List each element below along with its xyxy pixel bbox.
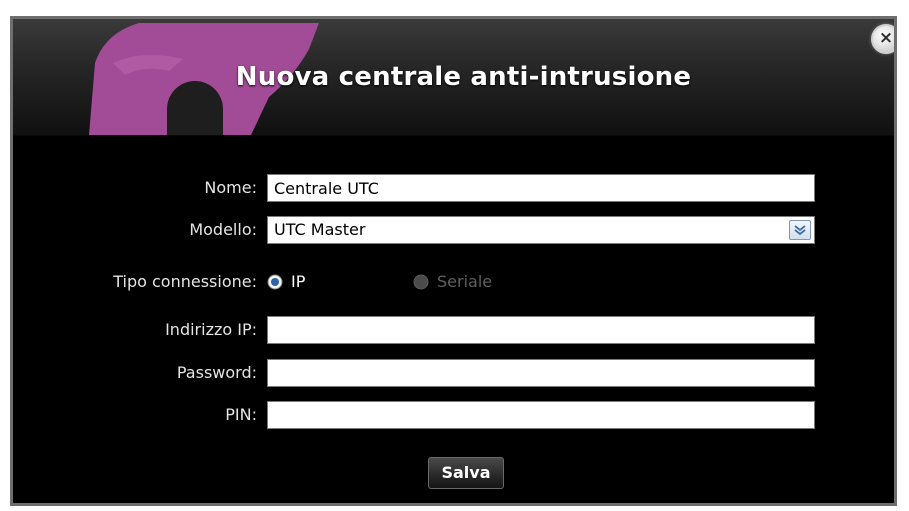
new-intrusion-panel-dialog: Nuova centrale anti-intrusione × Nome: M… xyxy=(10,16,897,506)
close-button[interactable]: × xyxy=(871,24,894,54)
radio-disabled-icon xyxy=(413,274,429,290)
row-pin: PIN: xyxy=(13,401,894,429)
dialog-header: Nuova centrale anti-intrusione xyxy=(13,19,894,136)
nome-input[interactable] xyxy=(267,174,815,202)
indirizzo-ip-input[interactable] xyxy=(267,316,815,344)
row-modello: Modello: UTC Master xyxy=(13,216,894,244)
row-tipo-connessione: Tipo connessione: IP Seriale xyxy=(13,268,894,296)
screen: Nuova centrale anti-intrusione × Nome: M… xyxy=(0,0,909,511)
select-arrow-button[interactable] xyxy=(789,220,811,240)
modello-select-value: UTC Master xyxy=(274,220,366,239)
tipo-connessione-label: Tipo connessione: xyxy=(113,272,257,291)
pin-input[interactable] xyxy=(267,401,815,429)
chevron-down-icon xyxy=(794,225,806,236)
radio-seriale[interactable]: Seriale xyxy=(413,268,533,296)
row-password: Password: xyxy=(13,359,894,387)
indirizzo-ip-label: Indirizzo IP: xyxy=(165,320,257,339)
modello-select[interactable]: UTC Master xyxy=(267,216,815,244)
tipo-connessione-radio-group: IP Seriale xyxy=(267,268,815,296)
radio-seriale-label: Seriale xyxy=(437,272,493,291)
password-input[interactable] xyxy=(267,359,815,387)
password-label: Password: xyxy=(176,363,257,382)
save-button[interactable]: Salva xyxy=(428,457,504,489)
radio-selected-icon xyxy=(267,274,283,290)
dialog-title: Nuova centrale anti-intrusione xyxy=(235,62,692,92)
close-icon: × xyxy=(878,28,894,48)
row-nome: Nome: xyxy=(13,174,894,202)
radio-ip-label: IP xyxy=(291,272,306,291)
radio-ip[interactable]: IP xyxy=(267,268,357,296)
row-indirizzo-ip: Indirizzo IP: xyxy=(13,316,894,344)
nome-label: Nome: xyxy=(204,178,257,197)
pin-label: PIN: xyxy=(225,405,257,424)
modello-label: Modello: xyxy=(189,220,257,239)
